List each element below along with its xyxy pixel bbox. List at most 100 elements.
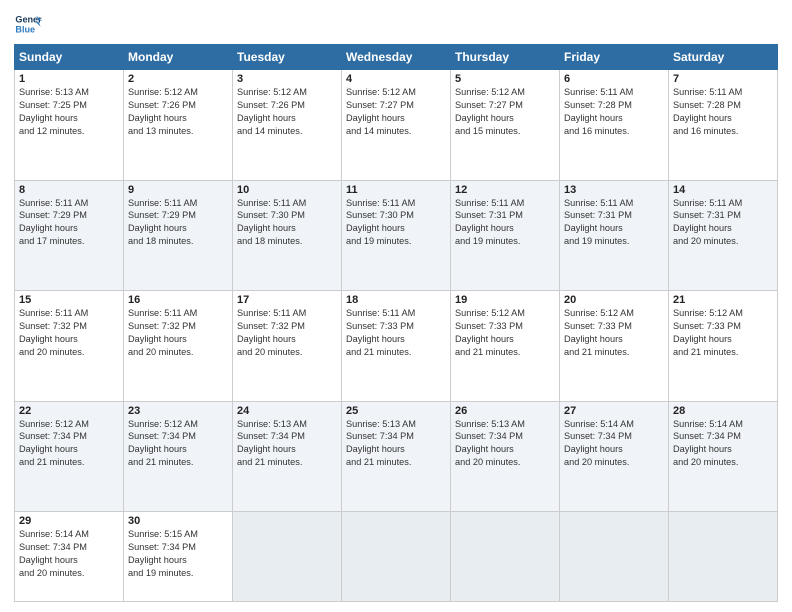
day-info: Sunrise: 5:15 AM Sunset: 7:34 PM Dayligh… (128, 528, 228, 580)
sunset-label: Sunset: 7:34 PM (128, 542, 196, 552)
calendar-cell: 24 Sunrise: 5:13 AM Sunset: 7:34 PM Dayl… (233, 401, 342, 512)
day-info: Sunrise: 5:14 AM Sunset: 7:34 PM Dayligh… (673, 418, 773, 470)
day-info: Sunrise: 5:12 AM Sunset: 7:27 PM Dayligh… (346, 86, 446, 138)
sunset-label: Sunset: 7:31 PM (455, 210, 523, 220)
calendar-cell (233, 512, 342, 602)
sunset-label: Sunset: 7:28 PM (673, 100, 741, 110)
daylight-duration: and 17 minutes. (19, 236, 84, 246)
day-number: 17 (237, 294, 337, 306)
calendar-cell: 26 Sunrise: 5:13 AM Sunset: 7:34 PM Dayl… (451, 401, 560, 512)
day-info: Sunrise: 5:12 AM Sunset: 7:26 PM Dayligh… (128, 86, 228, 138)
daylight-duration: and 21 minutes. (237, 457, 302, 467)
day-number: 2 (128, 73, 228, 85)
daylight-label: Daylight hours (128, 223, 187, 233)
day-number: 4 (346, 73, 446, 85)
calendar-cell (669, 512, 778, 602)
day-info: Sunrise: 5:12 AM Sunset: 7:33 PM Dayligh… (564, 307, 664, 359)
logo-icon: General Blue (14, 10, 42, 38)
day-info: Sunrise: 5:11 AM Sunset: 7:30 PM Dayligh… (237, 197, 337, 249)
calendar-cell: 30 Sunrise: 5:15 AM Sunset: 7:34 PM Dayl… (124, 512, 233, 602)
sunrise-label: Sunrise: 5:11 AM (455, 198, 524, 208)
calendar-cell: 25 Sunrise: 5:13 AM Sunset: 7:34 PM Dayl… (342, 401, 451, 512)
sunrise-label: Sunrise: 5:12 AM (237, 87, 307, 97)
col-header-monday: Monday (124, 45, 233, 70)
calendar-week-row: 22 Sunrise: 5:12 AM Sunset: 7:34 PM Dayl… (15, 401, 778, 512)
daylight-duration: and 21 minutes. (128, 457, 193, 467)
col-header-friday: Friday (560, 45, 669, 70)
calendar-table: SundayMondayTuesdayWednesdayThursdayFrid… (14, 44, 778, 602)
sunset-label: Sunset: 7:32 PM (19, 321, 87, 331)
calendar-cell: 15 Sunrise: 5:11 AM Sunset: 7:32 PM Dayl… (15, 291, 124, 402)
sunset-label: Sunset: 7:34 PM (237, 431, 305, 441)
day-info: Sunrise: 5:11 AM Sunset: 7:33 PM Dayligh… (346, 307, 446, 359)
daylight-duration: and 21 minutes. (19, 457, 84, 467)
daylight-duration: and 18 minutes. (237, 236, 302, 246)
day-info: Sunrise: 5:12 AM Sunset: 7:27 PM Dayligh… (455, 86, 555, 138)
day-info: Sunrise: 5:11 AM Sunset: 7:28 PM Dayligh… (673, 86, 773, 138)
col-header-wednesday: Wednesday (342, 45, 451, 70)
sunrise-label: Sunrise: 5:13 AM (19, 87, 89, 97)
calendar-cell: 19 Sunrise: 5:12 AM Sunset: 7:33 PM Dayl… (451, 291, 560, 402)
day-number: 21 (673, 294, 773, 306)
daylight-label: Daylight hours (673, 444, 732, 454)
daylight-label: Daylight hours (455, 223, 514, 233)
logo: General Blue (14, 10, 44, 38)
day-info: Sunrise: 5:13 AM Sunset: 7:34 PM Dayligh… (455, 418, 555, 470)
col-header-tuesday: Tuesday (233, 45, 342, 70)
daylight-label: Daylight hours (19, 113, 78, 123)
day-number: 15 (19, 294, 119, 306)
day-info: Sunrise: 5:14 AM Sunset: 7:34 PM Dayligh… (564, 418, 664, 470)
daylight-duration: and 20 minutes. (19, 347, 84, 357)
calendar-cell: 5 Sunrise: 5:12 AM Sunset: 7:27 PM Dayli… (451, 70, 560, 181)
daylight-duration: and 16 minutes. (673, 126, 738, 136)
sunset-label: Sunset: 7:34 PM (455, 431, 523, 441)
daylight-label: Daylight hours (19, 223, 78, 233)
daylight-label: Daylight hours (673, 223, 732, 233)
sunset-label: Sunset: 7:33 PM (673, 321, 741, 331)
sunrise-label: Sunrise: 5:12 AM (128, 419, 198, 429)
sunset-label: Sunset: 7:31 PM (673, 210, 741, 220)
daylight-label: Daylight hours (564, 444, 623, 454)
daylight-duration: and 20 minutes. (673, 457, 738, 467)
sunrise-label: Sunrise: 5:13 AM (346, 419, 416, 429)
day-info: Sunrise: 5:11 AM Sunset: 7:30 PM Dayligh… (346, 197, 446, 249)
sunrise-label: Sunrise: 5:11 AM (346, 198, 415, 208)
day-number: 13 (564, 184, 664, 196)
sunrise-label: Sunrise: 5:12 AM (673, 308, 743, 318)
day-number: 30 (128, 515, 228, 527)
day-info: Sunrise: 5:12 AM Sunset: 7:33 PM Dayligh… (455, 307, 555, 359)
day-number: 28 (673, 405, 773, 417)
day-info: Sunrise: 5:11 AM Sunset: 7:32 PM Dayligh… (19, 307, 119, 359)
daylight-label: Daylight hours (128, 334, 187, 344)
sunrise-label: Sunrise: 5:11 AM (237, 198, 306, 208)
day-number: 1 (19, 73, 119, 85)
day-number: 6 (564, 73, 664, 85)
daylight-duration: and 21 minutes. (346, 347, 411, 357)
daylight-label: Daylight hours (19, 555, 78, 565)
daylight-duration: and 21 minutes. (673, 347, 738, 357)
daylight-duration: and 19 minutes. (346, 236, 411, 246)
calendar-cell: 21 Sunrise: 5:12 AM Sunset: 7:33 PM Dayl… (669, 291, 778, 402)
daylight-duration: and 12 minutes. (19, 126, 84, 136)
day-number: 3 (237, 73, 337, 85)
daylight-duration: and 21 minutes. (564, 347, 629, 357)
sunrise-label: Sunrise: 5:14 AM (564, 419, 634, 429)
day-number: 14 (673, 184, 773, 196)
daylight-label: Daylight hours (346, 444, 405, 454)
daylight-duration: and 19 minutes. (455, 236, 520, 246)
calendar-cell: 13 Sunrise: 5:11 AM Sunset: 7:31 PM Dayl… (560, 180, 669, 291)
sunset-label: Sunset: 7:28 PM (564, 100, 632, 110)
sunrise-label: Sunrise: 5:11 AM (346, 308, 415, 318)
day-number: 8 (19, 184, 119, 196)
day-number: 24 (237, 405, 337, 417)
daylight-duration: and 14 minutes. (237, 126, 302, 136)
sunset-label: Sunset: 7:32 PM (237, 321, 305, 331)
day-info: Sunrise: 5:11 AM Sunset: 7:31 PM Dayligh… (673, 197, 773, 249)
sunrise-label: Sunrise: 5:11 AM (237, 308, 306, 318)
sunrise-label: Sunrise: 5:12 AM (564, 308, 634, 318)
calendar-cell: 27 Sunrise: 5:14 AM Sunset: 7:34 PM Dayl… (560, 401, 669, 512)
day-number: 12 (455, 184, 555, 196)
day-number: 5 (455, 73, 555, 85)
sunrise-label: Sunrise: 5:12 AM (455, 308, 525, 318)
daylight-label: Daylight hours (346, 223, 405, 233)
